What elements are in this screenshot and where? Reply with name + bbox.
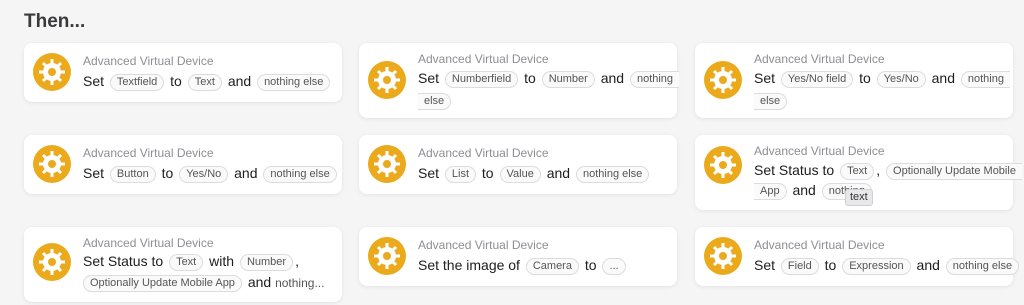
action-text: Set Field to Expression and nothing else (754, 254, 1020, 276)
status-chip[interactable]: Text (169, 254, 204, 271)
extra-chip[interactable]: nothing else (263, 166, 337, 183)
value-chip[interactable]: Value (499, 166, 541, 183)
word-set: Set (754, 70, 776, 86)
value-chip[interactable]: Text (187, 74, 222, 91)
extra-chip-wrap[interactable]: else (418, 93, 452, 110)
action-card-list[interactable]: Advanced Virtual Device Set List to Valu… (359, 135, 677, 194)
word-and: and (546, 165, 571, 181)
word-to: to (584, 257, 597, 273)
extra-chip-wrap[interactable]: else (754, 93, 788, 110)
tooltip: text (845, 189, 873, 206)
device-label: Advanced Virtual Device (83, 54, 214, 68)
field-chip[interactable]: Button (109, 166, 156, 183)
gear-icon (33, 243, 71, 281)
word-and: and (247, 274, 272, 290)
action-text-wrap: else (754, 89, 1005, 111)
action-text: Set Status to Text with Number, (83, 250, 334, 272)
gear-icon (704, 61, 742, 99)
field-chip[interactable]: List (444, 166, 477, 183)
action-text: Set Numberfield to Number and nothing (418, 67, 680, 89)
word-to: to (161, 165, 174, 181)
word-set: Set (418, 165, 440, 181)
word-to: to (170, 73, 182, 89)
extra-chip[interactable]: nothing else (945, 258, 1020, 275)
action-card-numberfield[interactable]: Advanced Virtual Device Set Numberfield … (359, 43, 680, 118)
mobile-chip[interactable]: Optionally Update Mobile App (83, 275, 242, 292)
action-text: Set Textfield to Text and nothing else (83, 70, 334, 92)
extra-truncated: nothing... (275, 276, 325, 290)
section-title: Then... (24, 11, 86, 32)
word-set: Set (754, 257, 776, 273)
word-to: to (859, 70, 871, 86)
extra-chip[interactable]: nothing (629, 71, 680, 88)
device-label: Advanced Virtual Device (754, 52, 885, 66)
word-and: and (931, 70, 955, 86)
gear-icon (704, 146, 742, 184)
image-chip[interactable]: ... (602, 258, 626, 275)
gear-icon (368, 145, 406, 183)
action-card-field-expression[interactable]: Advanced Virtual Device Set Field to Exp… (695, 227, 1020, 286)
camera-chip[interactable]: Camera (525, 258, 579, 275)
word-set-status: Set Status to (754, 162, 835, 178)
number-chip[interactable]: Number (239, 254, 294, 271)
word-and: and (227, 73, 252, 89)
mobile-chip-wrap[interactable]: App (754, 183, 787, 200)
word-with: with (209, 253, 235, 269)
device-label: Advanced Virtual Device (754, 238, 885, 252)
action-text: Set List to Value and nothing else (418, 162, 669, 184)
word-to: to (481, 165, 494, 181)
value-chip[interactable]: Number (541, 71, 595, 88)
gear-icon (704, 237, 742, 275)
device-label: Advanced Virtual Device (83, 236, 214, 250)
word-set-status: Set Status to (83, 253, 164, 269)
device-label: Advanced Virtual Device (418, 238, 549, 252)
extra-chip[interactable]: nothing else (257, 74, 331, 91)
action-text: Set Yes/No field to Yes/No and nothing (754, 67, 1010, 89)
action-card-set-image[interactable]: Advanced Virtual Device Set the image of… (359, 227, 677, 286)
word-to: to (824, 257, 837, 273)
action-card-button[interactable]: Advanced Virtual Device Set Button to Ye… (24, 135, 342, 194)
comma: , (876, 162, 881, 178)
action-text-wrap: App and nothing (754, 179, 1005, 201)
action-text: Set Status to Text, Optionally Update Mo… (754, 159, 1022, 181)
field-chip[interactable]: Yes/No field (780, 71, 854, 88)
device-label: Advanced Virtual Device (418, 146, 549, 160)
word-to: to (524, 70, 536, 86)
comma: , (295, 253, 299, 269)
action-card-yesno-field[interactable]: Advanced Virtual Device Set Yes/No field… (695, 43, 1013, 118)
value-chip[interactable]: Yes/No (179, 166, 229, 183)
word-set: Set (83, 73, 105, 89)
action-card-textfield[interactable]: Advanced Virtual Device Set Textfield to… (24, 43, 342, 102)
field-chip[interactable]: Field (780, 258, 819, 275)
action-card-set-status-number[interactable]: Advanced Virtual Device Set Status to Te… (24, 227, 342, 302)
field-chip[interactable]: Textfield (109, 74, 165, 91)
value-chip[interactable]: Yes/No (876, 71, 926, 88)
word-set: Set (418, 70, 440, 86)
device-label: Advanced Virtual Device (418, 52, 549, 66)
word-and: and (234, 165, 258, 181)
action-text-wrap: else (418, 89, 669, 111)
mobile-chip[interactable]: Optionally Update Mobile (886, 163, 1022, 180)
field-chip[interactable]: Numberfield (444, 71, 519, 88)
action-text: Set the image of Camera to ... (418, 254, 669, 276)
status-chip[interactable]: Text (840, 163, 875, 180)
expression-chip[interactable]: Expression (842, 258, 911, 275)
device-label: Advanced Virtual Device (754, 144, 885, 158)
action-text-wrap: Optionally Update Mobile App and nothing… (83, 271, 334, 294)
action-text: Set Button to Yes/No and nothing else (83, 162, 337, 184)
word-and: and (916, 257, 940, 273)
extra-chip[interactable]: nothing (960, 71, 1010, 88)
gear-icon (368, 237, 406, 275)
word-and: and (600, 70, 625, 86)
extra-chip[interactable]: nothing else (575, 166, 650, 183)
device-label: Advanced Virtual Device (83, 146, 214, 160)
word-set-image: Set the image of (418, 257, 520, 273)
gear-icon (33, 53, 71, 91)
word-and: and (792, 182, 816, 198)
word-set: Set (83, 165, 105, 181)
gear-icon (368, 61, 406, 99)
gear-icon (33, 145, 71, 183)
